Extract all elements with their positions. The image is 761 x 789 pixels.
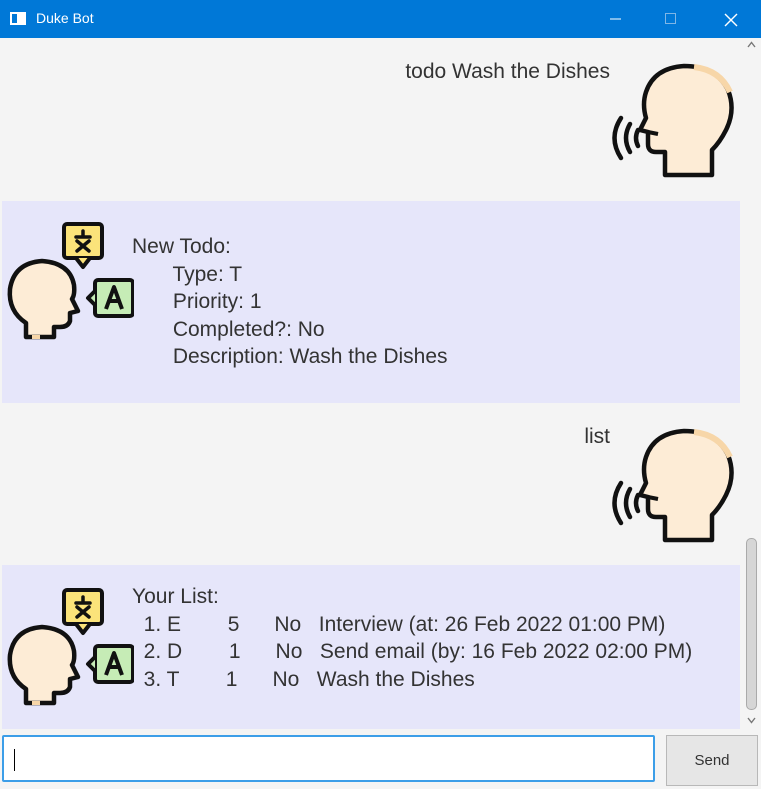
user-dialog-box: list: [2, 403, 740, 565]
scroll-thumb[interactable]: [746, 538, 757, 710]
user-message-text: list: [584, 425, 610, 448]
maximize-icon: [665, 13, 676, 24]
close-button[interactable]: [707, 0, 753, 38]
maximize-button[interactable]: [648, 0, 694, 38]
text-caret: [14, 749, 15, 771]
bot-message-text: Your List: 1. E 5 No Interview (at: 26 F…: [132, 585, 693, 691]
vertical-scrollbar[interactable]: [743, 38, 759, 729]
scroll-down-arrow-icon[interactable]: [747, 717, 756, 724]
scroll-up-arrow-icon[interactable]: [747, 41, 756, 48]
input-bar: Send: [0, 729, 761, 789]
minimize-button[interactable]: [593, 0, 639, 38]
bot-dialog-box: Your List: 1. E 5 No Interview (at: 26 F…: [2, 565, 740, 729]
translator-head-icon: [7, 222, 134, 340]
user-dialog-box: todo Wash the Dishes: [2, 38, 740, 201]
bot-message-text: New Todo: Type: T Priority: 1 Completed?…: [132, 235, 448, 368]
minimize-icon: [610, 18, 621, 20]
chat-dialog-container[interactable]: todo Wash the Dishes New Todo: Type: T P…: [2, 38, 742, 729]
close-icon: [724, 13, 738, 27]
speaking-head-icon: [612, 428, 734, 543]
send-button[interactable]: Send: [666, 735, 758, 786]
window-title: Duke Bot: [36, 10, 94, 26]
speaking-head-icon: [612, 63, 734, 178]
translator-head-icon: [7, 588, 134, 706]
user-input-field[interactable]: [2, 735, 655, 782]
app-icon: [10, 12, 26, 25]
title-bar[interactable]: Duke Bot: [0, 0, 761, 38]
user-message-text: todo Wash the Dishes: [405, 60, 610, 83]
bot-dialog-box: New Todo: Type: T Priority: 1 Completed?…: [2, 201, 740, 403]
